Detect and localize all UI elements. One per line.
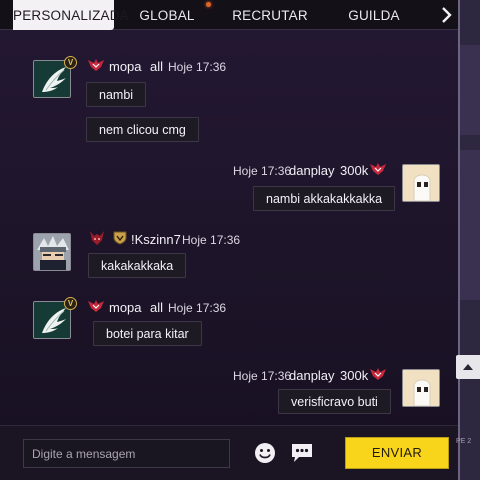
sender-name[interactable]: danplay (289, 368, 335, 383)
chat-message: Hoje 17:36 danplay 300k nambi akkakakkak… (0, 156, 458, 216)
sender-name[interactable]: mopa (109, 300, 142, 315)
chat-panel: PERSONALIZADA GLOBAL RECRUTAR GUILDA V m… (0, 0, 458, 480)
tab-personalizada[interactable]: PERSONALIZADA (13, 0, 129, 30)
message-bubble[interactable]: nambi akkakakkakka (253, 186, 396, 211)
tab-guilda[interactable]: GUILDA (347, 0, 401, 30)
message-bubble[interactable]: nem clicou cmg (86, 117, 199, 142)
demon-emblem-icon (89, 231, 105, 245)
side-panel-label: PE 2 (456, 438, 472, 445)
chat-message: V mopa all Hoje 17:36 nambi nem clicou c… (0, 31, 458, 146)
smiley-icon[interactable] (254, 442, 276, 464)
sender-tag: all (150, 300, 164, 315)
sender-tag: all (150, 59, 164, 74)
tab-recrutar[interactable]: RECRUTAR (232, 0, 308, 30)
sender-name[interactable]: danplay (289, 163, 335, 178)
message-timestamp: Hoje 17:36 (233, 164, 292, 178)
ninja-icon[interactable] (33, 233, 71, 271)
side-panel-block (460, 150, 480, 300)
sender-tag: 300k (340, 163, 369, 178)
winged-emblem-icon (88, 58, 104, 72)
message-timestamp: Hoje 17:36 (233, 369, 292, 383)
speech-bubble-icon[interactable] (290, 442, 314, 464)
side-panel-block (460, 45, 480, 135)
message-list[interactable]: V mopa all Hoje 17:36 nambi nem clicou c… (0, 31, 458, 425)
vip-badge: V (64, 56, 77, 69)
ghost-icon[interactable] (402, 369, 440, 407)
sender-name[interactable]: !Kszinn7 (131, 232, 181, 247)
tab-notification-dot (206, 2, 211, 7)
message-timestamp: Hoje 17:36 (168, 60, 227, 74)
message-bubble[interactable]: botei para kitar (93, 321, 202, 346)
message-timestamp: Hoje 17:36 (182, 233, 241, 247)
chat-message: Hoje 17:36 danplay 300k verisficravo but… (0, 363, 458, 425)
message-bubble[interactable]: kakakakkaka (88, 253, 187, 278)
sender-tag: 300k (340, 368, 369, 383)
send-button[interactable]: ENVIAR (345, 437, 449, 469)
ghost-icon[interactable] (402, 164, 440, 202)
chevron-right-icon[interactable] (436, 3, 458, 27)
winged-emblem-icon (370, 367, 386, 381)
channel-tab-bar: PERSONALIZADA GLOBAL RECRUTAR GUILDA (0, 0, 458, 30)
winged-emblem-icon (370, 162, 386, 176)
message-input[interactable] (23, 439, 230, 468)
sender-name[interactable]: mopa (109, 59, 142, 74)
message-timestamp: Hoje 17:36 (168, 301, 227, 315)
chat-message: V mopa all Hoje 17:36 botei para kitar (0, 296, 458, 356)
tab-global[interactable]: GLOBAL (135, 0, 199, 30)
vip-badge: V (64, 297, 77, 310)
winged-emblem-icon (88, 299, 104, 313)
guild-shield-icon (112, 231, 128, 245)
collapse-arrow-icon[interactable] (456, 355, 480, 379)
chat-message: !Kszinn7 Hoje 17:36 kakakakkaka (0, 227, 458, 287)
message-bubble[interactable]: verisficravo buti (278, 389, 391, 414)
message-bubble[interactable]: nambi (86, 82, 147, 107)
